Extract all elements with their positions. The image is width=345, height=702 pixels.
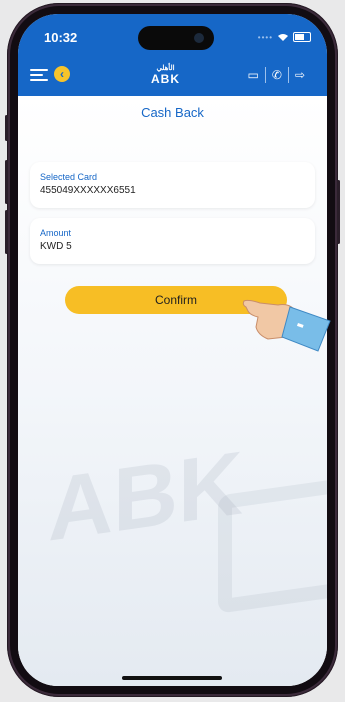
selected-card-field[interactable]: Selected Card 455049XXXXXX6551 (30, 162, 315, 208)
chat-icon[interactable]: ▭ (242, 68, 265, 82)
header-actions: ▭ ✆ ⇨ (242, 66, 311, 84)
phone-side-button (5, 160, 8, 204)
field-value: 455049XXXXXX6551 (40, 185, 136, 196)
dynamic-island (138, 26, 214, 50)
nav-bar: ‹ الأهلي ABK ▭ ✆ ⇨ (18, 65, 327, 92)
hamburger-menu-icon[interactable] (30, 69, 48, 82)
pointing-hand-icon (242, 299, 331, 352)
status-bar: 10:32 •••• (18, 14, 327, 54)
app-header: 10:32 •••• ‹ الأهلي ABK ▭ ✆ ⇨ (18, 14, 327, 96)
status-time: 10:32 (44, 30, 78, 45)
page-title: Cash Back (141, 105, 204, 120)
home-indicator (122, 676, 222, 680)
watermark-shape (218, 476, 327, 614)
bank-logo: الأهلي ABK (151, 65, 180, 86)
field-value: KWD 5 (40, 241, 72, 252)
watermark-logo: ABK (48, 433, 243, 561)
main-content: ABK Cash Back Selected Card 455049XXXXXX… (18, 96, 327, 686)
camera-icon (194, 33, 204, 43)
wifi-icon (278, 34, 288, 41)
phone-side-button (337, 180, 340, 244)
status-icons: •••• (258, 32, 311, 42)
field-label: Selected Card (40, 172, 98, 182)
field-label: Amount (40, 228, 72, 238)
phone-icon[interactable]: ✆ (266, 68, 288, 82)
phone-side-button (5, 115, 8, 141)
phone-side-button (5, 210, 8, 254)
battery-icon (293, 32, 311, 42)
back-arrow-icon[interactable]: ‹ (54, 66, 70, 82)
amount-field[interactable]: Amount KWD 5 (30, 218, 315, 264)
logout-icon[interactable]: ⇨ (289, 68, 311, 82)
signal-icon: •••• (257, 32, 273, 42)
